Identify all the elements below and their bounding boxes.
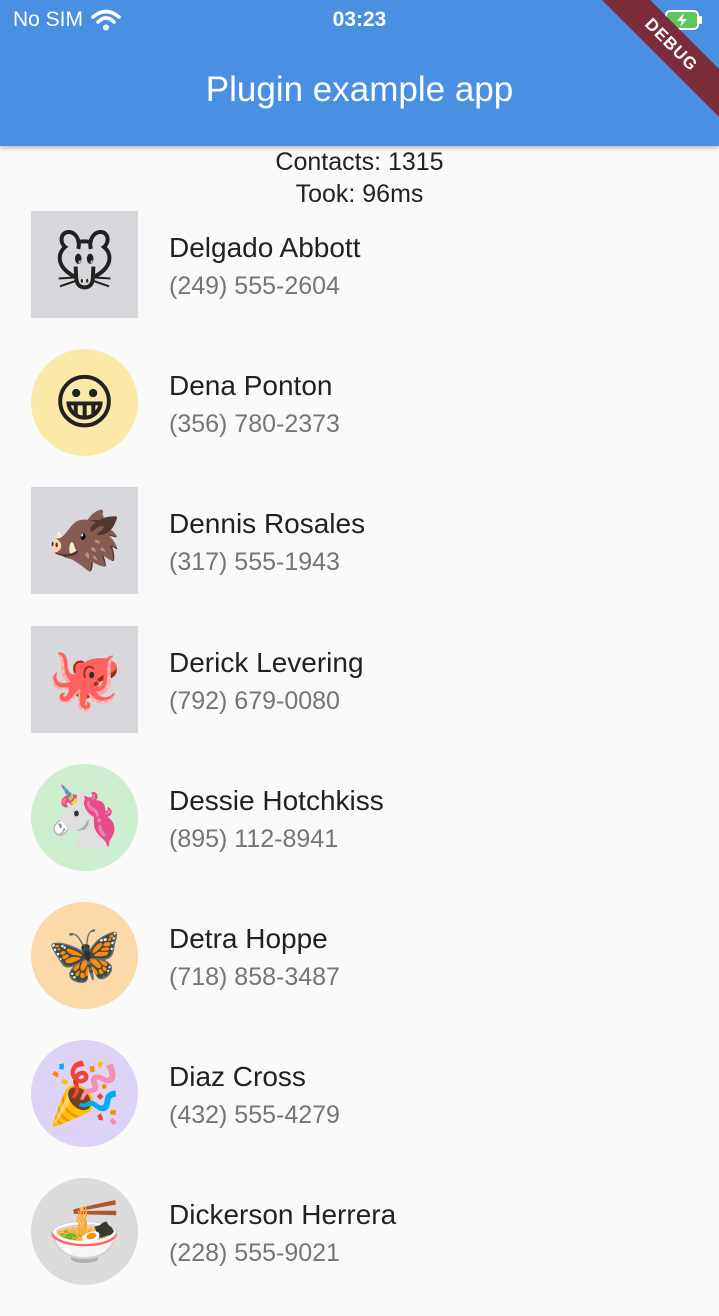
contact-name: Dessie Hotchkiss bbox=[169, 784, 384, 816]
contact-row[interactable]: 🎉 Diaz Cross (432) 555-4279 bbox=[0, 1039, 719, 1177]
contact-row[interactable]: 🦄 Dessie Hotchkiss (895) 112-8941 bbox=[0, 763, 719, 901]
app-bar: No SIM 03:23 Plugin example app DEBUG bbox=[0, 0, 719, 146]
mouse-face-icon: 🐭 bbox=[53, 230, 116, 298]
contact-phone: (718) 858-3487 bbox=[169, 962, 340, 991]
contact-name: Delgado Abbott bbox=[169, 232, 361, 263]
contact-phone: (432) 555-4279 bbox=[169, 1101, 340, 1130]
contact-list[interactable]: 🐭 Delgado Abbott (249) 555-2604 😀 Dena P… bbox=[0, 210, 719, 1316]
contact-avatar: 🦄 bbox=[31, 763, 138, 871]
unicorn-icon: 🦄 bbox=[47, 783, 122, 851]
noodle-bowl-icon: 🍜 bbox=[47, 1197, 122, 1265]
contact-name: Dickerson Herrera bbox=[169, 1199, 397, 1231]
contact-phone: (895) 112-8941 bbox=[169, 824, 339, 853]
contact-name: Diaz Cross bbox=[169, 1061, 306, 1093]
contacts-count: Contacts: 1315 bbox=[275, 148, 444, 176]
contact-row[interactable]: 😀 Dena Ponton (356) 780-2373 bbox=[0, 348, 719, 486]
contact-row[interactable]: 🐗 Dennis Rosales (317) 555-1943 bbox=[0, 486, 719, 624]
grinning-face-icon: 😀 bbox=[53, 368, 116, 436]
contact-avatar: 🐭 bbox=[31, 211, 138, 318]
contact-name: Dena Ponton bbox=[169, 370, 333, 402]
contact-phone: (792) 679-0080 bbox=[169, 686, 340, 715]
contact-phone: (249) 555-2604 bbox=[169, 272, 340, 300]
octopus-icon: 🐙 bbox=[47, 645, 122, 713]
contact-row[interactable]: 🐭 Delgado Abbott (249) 555-2604 bbox=[0, 210, 719, 348]
contact-avatar: 🎉 bbox=[31, 1040, 138, 1148]
contact-avatar: 🐗 bbox=[31, 487, 138, 595]
contact-phone: (356) 780-2373 bbox=[169, 410, 340, 439]
contact-name: Dennis Rosales bbox=[169, 508, 366, 540]
contact-avatar: 🐙 bbox=[31, 625, 138, 733]
party-popper-icon: 🎉 bbox=[47, 1059, 122, 1127]
clock: 03:23 bbox=[332, 8, 387, 31]
contact-name: Derick Levering bbox=[169, 646, 364, 678]
boar-icon: 🐗 bbox=[47, 506, 122, 574]
contact-avatar: 😀 bbox=[31, 349, 138, 457]
contact-row[interactable]: 🍜 Dickerson Herrera (228) 555-9021 bbox=[0, 1177, 719, 1315]
contacts-stats: Contacts: 1315 Took: 96ms bbox=[0, 146, 719, 210]
contact-avatar: 🦋 bbox=[31, 901, 138, 1009]
butterfly-icon: 🦋 bbox=[47, 921, 122, 989]
app-title: Plugin example app bbox=[205, 70, 514, 109]
contact-avatar: 🍜 bbox=[31, 1178, 138, 1286]
contact-phone: (317) 555-1943 bbox=[169, 548, 340, 577]
contact-row[interactable]: 🦋 Detra Hoppe (718) 858-3487 bbox=[0, 901, 719, 1039]
contact-phone: (228) 555-9021 bbox=[169, 1239, 340, 1268]
load-time: Took: 96ms bbox=[295, 180, 424, 208]
contact-row[interactable]: 🐙 Derick Levering (792) 679-0080 bbox=[0, 625, 719, 763]
contact-name: Detra Hoppe bbox=[169, 922, 328, 954]
